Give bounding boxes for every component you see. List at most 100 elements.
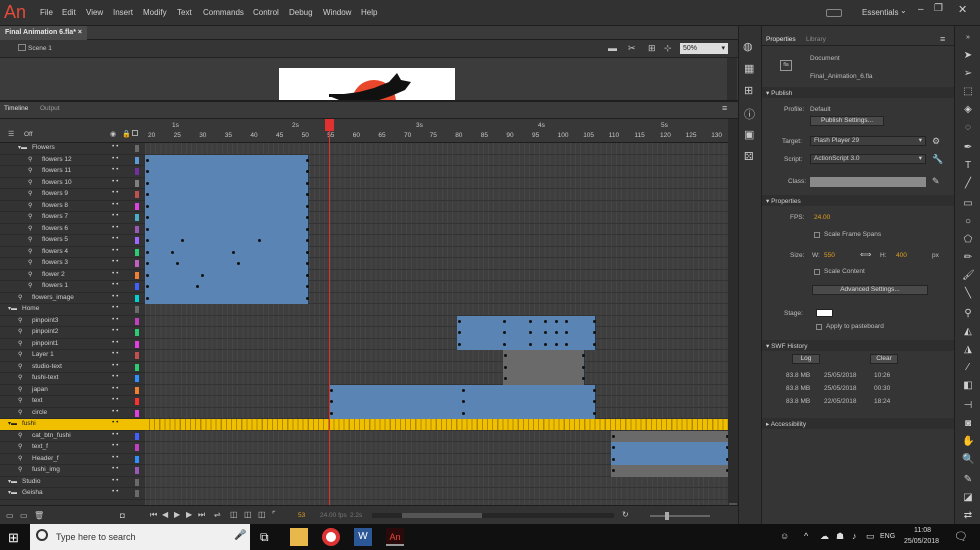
target-select[interactable]: Flash Player 29 ▾ (810, 136, 926, 146)
keyframe[interactable] (554, 342, 558, 346)
layer-folder[interactable]: ▾▬ Studio • • (0, 477, 145, 488)
section-accessibility[interactable]: ▸ Accessibility (762, 418, 954, 429)
layer-row[interactable]: ⚲ flowers 11 • • (0, 166, 145, 178)
hand-tool-icon[interactable]: ✋ (962, 436, 974, 448)
next-frame-icon[interactable]: ▶ (186, 510, 192, 519)
keyframe[interactable] (458, 342, 462, 346)
layer-row[interactable]: ⚲ flowers 10 • • (0, 178, 145, 189)
tween-span[interactable] (145, 223, 309, 235)
layer-visibility-toggles[interactable]: • • (112, 419, 118, 426)
layer-color-swatch[interactable] (135, 317, 139, 325)
library-icon[interactable]: ▣ (744, 128, 754, 141)
keyframe[interactable] (305, 250, 309, 254)
scroll-thumb[interactable] (402, 513, 482, 518)
link-icon[interactable]: ⟺ (860, 250, 871, 259)
keyframe[interactable] (611, 446, 615, 449)
layer-row[interactable]: ⚲ text_f • • (0, 442, 145, 454)
layer-row[interactable]: ⚲ pinpoint2 • • (0, 327, 145, 339)
layer-visibility-toggles[interactable]: • • (112, 247, 118, 254)
sync-icon[interactable] (826, 9, 842, 17)
keyframe[interactable] (529, 331, 532, 334)
tween-span[interactable] (610, 465, 728, 477)
layer-folder[interactable]: ▾▬ Home • • (0, 304, 145, 316)
keyframe[interactable] (305, 296, 309, 300)
zoom-slider[interactable] (650, 512, 710, 520)
frame-row[interactable] (145, 177, 728, 189)
clock-date[interactable]: 25/05/2018 (904, 538, 939, 545)
layer-row[interactable]: ⚲ flowers 8 • • (0, 201, 145, 212)
windows-start-icon[interactable]: ⊞ (8, 530, 19, 546)
layer-color-swatch[interactable] (135, 145, 139, 152)
edit-class-icon[interactable]: ✎ (932, 176, 940, 187)
minimize-icon[interactable]: – (918, 4, 924, 15)
tray-up-icon[interactable]: ^ (804, 531, 808, 541)
align-icon[interactable]: ▦ (744, 62, 754, 75)
keyframe[interactable] (146, 193, 149, 196)
tween-span[interactable] (145, 177, 309, 189)
keyframe[interactable] (592, 319, 596, 323)
keyframe[interactable] (146, 250, 149, 254)
new-layer-icon[interactable]: ▭ (6, 511, 14, 520)
workspace-arrow-icon[interactable]: ⌄ (900, 6, 907, 15)
layer-color-swatch[interactable] (135, 352, 139, 359)
frame-row[interactable] (145, 292, 728, 304)
keyframe[interactable] (305, 227, 309, 231)
keyframe[interactable] (175, 262, 179, 265)
fps-value[interactable]: 24.00 (814, 214, 830, 221)
brush-tool-icon[interactable]: 🖌 (962, 270, 975, 282)
onion-markers-icon[interactable]: ⌜ (272, 510, 276, 519)
layer-visibility-toggles[interactable]: • • (112, 350, 118, 357)
layer-row[interactable]: ⚲ pinpoint1 • • (0, 339, 145, 350)
log-button[interactable]: Log (792, 354, 820, 364)
people-icon[interactable]: ☺ (780, 531, 789, 541)
layer-row[interactable]: ⚲ flowers 6 • • (0, 224, 145, 235)
layer-color-swatch[interactable] (135, 467, 139, 474)
keyframe[interactable] (257, 239, 261, 242)
layer-visibility-toggles[interactable]: • • (112, 396, 118, 403)
frame-row[interactable] (145, 477, 728, 488)
layer-color-swatch[interactable] (135, 409, 139, 417)
keyframe[interactable] (305, 285, 309, 288)
stage-camera-icon[interactable]: ▬ (608, 43, 617, 53)
tab-library[interactable]: Library (806, 36, 826, 43)
paint-brush-icon[interactable]: ╲ (962, 288, 974, 300)
stage-scrollbar[interactable] (727, 58, 737, 100)
delete-layer-icon[interactable]: 🗑 (34, 511, 44, 520)
layer-visibility-toggles[interactable]: • • (112, 477, 118, 484)
timeline-scrollbar[interactable] (728, 119, 738, 510)
layer-color-swatch[interactable] (135, 455, 139, 463)
color-icon[interactable]: ◍ (743, 40, 753, 53)
ink-bottle-icon[interactable]: ◮ (962, 344, 974, 356)
layer-row[interactable]: ⚲ flowers 7 • • (0, 212, 145, 224)
keyframe[interactable] (582, 365, 586, 369)
scale-spans-checkbox[interactable] (814, 232, 820, 238)
stroke-color-icon[interactable]: ✎ (962, 474, 974, 486)
rectangle-tool-icon[interactable]: ▭ (962, 198, 974, 210)
frame-row[interactable] (145, 373, 728, 385)
layer-row[interactable]: ⚲ flowers 9 • • (0, 189, 145, 201)
tween-span[interactable] (503, 361, 586, 373)
frame-row[interactable] (145, 384, 728, 396)
keyframe[interactable] (146, 285, 149, 288)
center-frame-icon[interactable]: ◘ (120, 511, 125, 520)
first-frame-icon[interactable]: ⏮ (150, 510, 157, 520)
tween-span[interactable] (145, 235, 309, 247)
tween-span[interactable] (145, 258, 309, 270)
layer-row[interactable]: ⚲ flowers 3 • • (0, 258, 145, 270)
stage-area[interactable] (0, 58, 738, 124)
layer-visibility-toggles[interactable]: • • (112, 235, 118, 242)
layer-visibility-toggles[interactable]: • • (112, 166, 118, 173)
pasteboard-checkbox[interactable] (816, 324, 822, 330)
frame-row[interactable] (145, 419, 728, 431)
frame-row[interactable] (145, 338, 728, 350)
polystar-tool-icon[interactable]: ⬠ (962, 234, 974, 246)
keyframe[interactable] (305, 273, 309, 277)
layer-row[interactable]: ⚲ flowers_image • • (0, 293, 145, 304)
layer-visibility-toggles[interactable]: • • (112, 316, 118, 323)
edit-symbols-icon[interactable]: ✂ (628, 43, 636, 54)
keyframe[interactable] (330, 411, 334, 415)
layer-folder[interactable]: ▾▬ Flowers • • (0, 143, 145, 155)
keyframe[interactable] (592, 411, 596, 415)
tween-span[interactable] (503, 350, 586, 362)
layer-row[interactable]: ⚲ flowers 5 • • (0, 235, 145, 247)
